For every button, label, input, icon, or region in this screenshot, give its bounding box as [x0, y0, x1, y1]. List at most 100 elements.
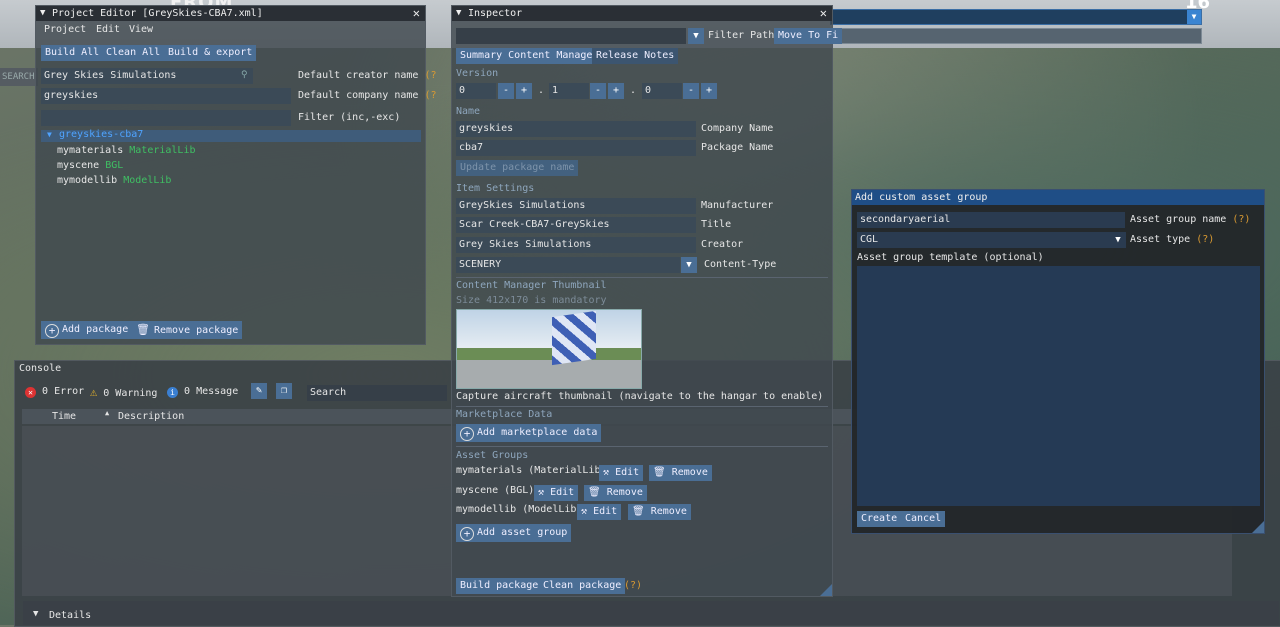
package-input[interactable]: cba7: [456, 140, 696, 156]
tab-summary[interactable]: Summary Content Manager: [456, 48, 603, 64]
create-button[interactable]: Create: [857, 511, 902, 527]
tools-icon: ⚒: [581, 506, 588, 517]
collapse-icon[interactable]: ▼: [40, 6, 45, 21]
chevron-down-icon[interactable]: ▼: [1110, 232, 1126, 248]
plus-button[interactable]: +: [701, 83, 717, 99]
plus-button[interactable]: +: [608, 83, 624, 99]
company-name-input[interactable]: greyskies: [41, 88, 291, 104]
cube-image: [552, 310, 596, 366]
asset-type-select[interactable]: CGL: [857, 232, 1111, 248]
details-bar[interactable]: ▼ Details: [23, 601, 1279, 625]
col-description[interactable]: Description: [118, 411, 184, 422]
minus-button[interactable]: -: [498, 83, 514, 99]
asset-group-label: mymaterials (MaterialLib): [456, 465, 607, 476]
menu-project[interactable]: Project: [44, 24, 86, 35]
trash-icon: 🗑: [653, 467, 666, 478]
package-label: Package Name: [701, 142, 774, 153]
collapse-icon[interactable]: ▼: [33, 609, 38, 619]
resize-grip[interactable]: [1252, 521, 1264, 533]
filter-path-label: Filter Path: [708, 30, 775, 41]
resize-grip[interactable]: [820, 584, 832, 596]
title-input[interactable]: Scar Creek-CBA7-GreySkies: [456, 217, 696, 233]
chevron-down-icon[interactable]: ▼: [1187, 10, 1201, 24]
thumbnail-image: [456, 309, 642, 389]
minus-button[interactable]: -: [683, 83, 699, 99]
edit-button[interactable]: ⚒ Edit: [534, 485, 579, 501]
manufacturer-input[interactable]: GreySkies Simulations: [456, 198, 696, 214]
minus-button[interactable]: -: [590, 83, 606, 99]
help-icon[interactable]: (?): [624, 580, 642, 591]
menu-view[interactable]: View: [129, 24, 153, 35]
creator-input[interactable]: Grey Skies Simulations: [456, 237, 696, 253]
build-export-button[interactable]: Build & export: [164, 45, 257, 61]
tools-icon: ⚒: [603, 467, 610, 478]
clean-package-button[interactable]: Clean package: [539, 578, 626, 594]
version-major[interactable]: 0: [456, 83, 496, 99]
expand-icon[interactable]: ▼: [47, 130, 52, 139]
path-input[interactable]: [456, 28, 686, 44]
update-package-name-button[interactable]: Update package name: [456, 160, 579, 176]
copy-icon[interactable]: ❐: [276, 383, 292, 399]
build-all-button[interactable]: Build All: [41, 45, 104, 61]
company-input[interactable]: greyskies: [456, 121, 696, 137]
background-input[interactable]: [830, 28, 1202, 44]
creator-name-input[interactable]: Grey Skies Simulations: [41, 68, 253, 84]
capture-thumbnail-text: Capture aircraft thumbnail (navigate to …: [456, 391, 824, 402]
warning-count: 0 Warning: [103, 388, 158, 399]
sort-icon[interactable]: ▲: [105, 409, 109, 417]
warning-filter[interactable]: ⚠ 0 Warning: [90, 385, 157, 399]
filter-label: Filter (inc,-exc): [298, 112, 401, 123]
eraser-icon[interactable]: ✎: [251, 383, 267, 399]
version-patch[interactable]: 0: [642, 83, 682, 99]
inspector-titlebar[interactable]: ▼ Inspector ✕: [452, 6, 832, 21]
chevron-down-icon[interactable]: ▼: [688, 28, 704, 44]
trash-icon: 🗑: [136, 323, 150, 336]
add-asset-group-button[interactable]: + Add asset group: [456, 524, 572, 542]
build-package-button[interactable]: Build package: [456, 578, 543, 594]
title-label: Title: [701, 219, 732, 230]
tab-release-notes[interactable]: Release Notes: [592, 48, 679, 64]
project-editor-titlebar[interactable]: ▼ Project Editor [GreySkies-CBA7.xml] ✕: [36, 6, 425, 21]
asset-group-name-input[interactable]: secondaryaerial: [857, 212, 1125, 228]
template-textarea[interactable]: [857, 266, 1260, 506]
tree-item[interactable]: mymodellib ModelLib: [57, 175, 171, 186]
dialog-title: Add custom asset group: [855, 192, 988, 203]
project-editor-window: ▼ Project Editor [GreySkies-CBA7.xml] ✕ …: [35, 5, 437, 345]
cancel-button[interactable]: Cancel: [901, 511, 946, 527]
manufacturer-label: Manufacturer: [701, 200, 774, 211]
add-marketplace-button[interactable]: + Add marketplace data: [456, 424, 602, 442]
content-type-select[interactable]: SCENERY: [456, 257, 680, 273]
tree-item[interactable]: myscene BGL: [57, 160, 123, 171]
trash-icon: 🗑: [632, 506, 645, 517]
collapse-icon[interactable]: ▼: [456, 6, 461, 21]
remove-button[interactable]: 🗑 Remove: [628, 504, 691, 520]
message-filter[interactable]: i 0 Message: [167, 386, 238, 398]
asset-groups-section: Asset Groups: [456, 450, 529, 461]
version-minor[interactable]: 1: [549, 83, 589, 99]
background-dropdown[interactable]: ▼: [830, 9, 1202, 25]
chevron-down-icon[interactable]: ▼: [681, 257, 697, 273]
remove-button[interactable]: 🗑 Remove: [649, 465, 712, 481]
edit-button[interactable]: ⚒ Edit: [599, 465, 644, 481]
message-count: 0 Message: [184, 386, 239, 397]
remove-package-button[interactable]: 🗑 Remove package: [132, 321, 243, 339]
plus-button[interactable]: +: [516, 83, 532, 99]
tree-item[interactable]: mymaterials MaterialLib: [57, 145, 196, 156]
menu-edit[interactable]: Edit: [96, 24, 120, 35]
marketplace-section: Marketplace Data: [456, 409, 553, 420]
clean-all-button[interactable]: Clean All: [102, 45, 165, 61]
close-icon[interactable]: ✕: [413, 6, 420, 21]
edit-button[interactable]: ⚒ Edit: [577, 504, 622, 520]
inspector-window: ▼ Inspector ✕ ▼ Filter Path Move To Fi S…: [451, 5, 842, 597]
dialog-titlebar[interactable]: Add custom asset group: [852, 190, 1264, 205]
console-search-input[interactable]: Search: [307, 385, 447, 401]
tree-root[interactable]: ▼ greyskies-cba7: [41, 129, 421, 142]
error-filter[interactable]: ✕ 0 Error: [25, 386, 84, 398]
remove-button[interactable]: 🗑 Remove: [584, 485, 647, 501]
background-search[interactable]: SEARCH: [0, 68, 38, 86]
add-package-button[interactable]: + Add package: [41, 321, 133, 339]
close-icon[interactable]: ✕: [820, 6, 827, 21]
move-to-button[interactable]: Move To Fi: [774, 28, 842, 44]
filter-input[interactable]: [41, 110, 291, 126]
col-time[interactable]: Time: [52, 411, 76, 422]
